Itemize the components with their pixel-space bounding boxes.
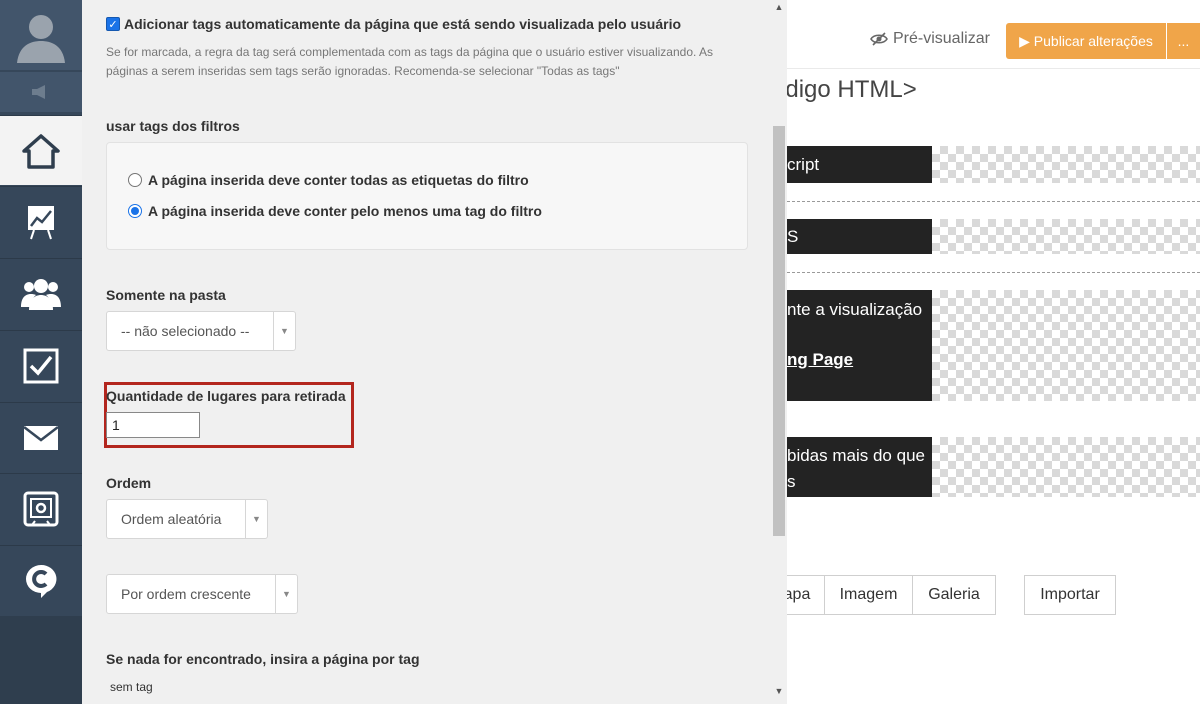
filter-tags-label: usar tags dos filtros xyxy=(106,118,240,134)
auto-tags-help-line-2: páginas a serem inseridas sem tags serão… xyxy=(106,64,620,78)
chart-icon xyxy=(28,205,54,239)
sort-select-value: Por ordem crescente xyxy=(121,586,251,602)
radio-any-tag[interactable] xyxy=(128,204,142,218)
sort-select[interactable]: Por ordem crescente ▼ xyxy=(106,574,298,614)
auto-tags-checkbox[interactable]: ✓ xyxy=(106,17,120,31)
sidebar-item-home[interactable] xyxy=(0,115,82,185)
checkbox-icon xyxy=(23,348,59,383)
editor-heading: ódigo HTML> xyxy=(772,76,917,103)
block-script-text: cript xyxy=(787,155,820,174)
landing-page-link[interactable]: ng Page xyxy=(787,350,853,370)
qty-input[interactable]: 1 xyxy=(106,412,200,438)
chevron-down-icon: ▼ xyxy=(275,575,297,613)
scroll-up-arrow-icon[interactable]: ▲ xyxy=(771,2,787,16)
sidebar xyxy=(0,0,82,704)
safe-icon xyxy=(23,491,59,526)
user-avatar-icon xyxy=(17,15,65,63)
radio-row-all[interactable]: A página inserida deve conter todas as e… xyxy=(128,172,529,188)
sidebar-item-contacts[interactable] xyxy=(0,258,82,328)
section-divider xyxy=(787,201,1200,202)
announcements-button[interactable] xyxy=(0,72,82,112)
image-button[interactable]: Imagem xyxy=(824,575,913,615)
scroll-thumb[interactable] xyxy=(773,126,785,536)
radio-all-tags[interactable] xyxy=(128,173,142,187)
sidebar-item-analytics[interactable] xyxy=(0,186,82,256)
filter-tags-options xyxy=(106,142,748,250)
folder-label: Somente na pasta xyxy=(106,287,226,303)
transparent-preview xyxy=(932,290,1200,401)
content-block-visualization[interactable]: nte a visualização ng Page xyxy=(787,290,932,401)
transparent-preview xyxy=(932,146,1200,183)
panel-scrollbar[interactable]: ▲ ▼ xyxy=(771,0,787,704)
auto-tags-label: Adicionar tags automaticamente da página… xyxy=(124,16,682,32)
radio-any-tag-label: A página inserida deve conter pelo menos… xyxy=(148,203,542,219)
chevron-down-icon: ▼ xyxy=(273,312,295,350)
sidebar-item-tasks[interactable] xyxy=(0,330,82,400)
block-drinks-text: bidas mais do que xyxy=(787,446,925,465)
section-divider xyxy=(787,272,1200,273)
scroll-down-arrow-icon[interactable]: ▼ xyxy=(771,686,787,700)
content-block-drinks[interactable]: bidas mais do que s xyxy=(787,437,932,497)
auto-tags-help-line-1: Se for marcada, a regra da tag será comp… xyxy=(106,45,714,59)
fallback-label: Se nada for encontrado, insira a página … xyxy=(106,651,420,667)
qty-label: Quantidade de lugares para retirada xyxy=(106,388,346,404)
gallery-button[interactable]: Galeria xyxy=(912,575,996,615)
radio-all-tags-label: A página inserida deve conter todas as e… xyxy=(148,172,529,188)
logo-c-icon xyxy=(26,564,57,598)
eye-slash-icon xyxy=(870,32,888,46)
order-select[interactable]: Ordem aleatória ▼ xyxy=(106,499,268,539)
content-block-script[interactable]: cript xyxy=(787,146,932,183)
sidebar-item-brand[interactable] xyxy=(0,545,82,615)
sidebar-item-mail[interactable] xyxy=(0,402,82,472)
preview-label: Pré-visualizar xyxy=(893,30,990,47)
preview-button[interactable]: Pré-visualizar xyxy=(870,30,990,48)
import-button[interactable]: Importar xyxy=(1024,575,1116,615)
radio-row-any[interactable]: A página inserida deve conter pelo menos… xyxy=(128,203,542,219)
mail-icon xyxy=(23,425,59,450)
publish-button[interactable]: ▶ Publicar alterações xyxy=(1006,23,1166,59)
block-drinks-text-2: s xyxy=(787,472,796,491)
more-options-button[interactable]: ... xyxy=(1167,23,1200,59)
transparent-preview xyxy=(932,219,1200,254)
users-icon xyxy=(21,278,61,310)
block-visualization-text: nte a visualização xyxy=(787,300,923,319)
folder-select[interactable]: -- não selecionado -- ▼ xyxy=(106,311,296,351)
fallback-tag-value[interactable]: sem tag xyxy=(110,680,153,694)
auto-tags-row: ✓ Adicionar tags automaticamente da pági… xyxy=(106,16,681,32)
block-css-text: S xyxy=(787,227,799,246)
toolbar-divider xyxy=(787,68,1200,69)
content-block-css[interactable]: S xyxy=(787,219,932,254)
home-icon xyxy=(22,133,60,169)
transparent-preview xyxy=(932,437,1200,497)
order-label: Ordem xyxy=(106,475,152,491)
avatar[interactable] xyxy=(0,0,82,70)
order-select-value: Ordem aleatória xyxy=(121,511,222,527)
sidebar-footer xyxy=(0,616,82,704)
chevron-down-icon: ▼ xyxy=(245,500,267,538)
megaphone-icon xyxy=(32,85,45,99)
folder-select-value: -- não selecionado -- xyxy=(121,323,250,339)
auto-tags-help: Se for marcada, a regra da tag será comp… xyxy=(106,43,746,81)
sidebar-item-settings[interactable] xyxy=(0,473,82,543)
